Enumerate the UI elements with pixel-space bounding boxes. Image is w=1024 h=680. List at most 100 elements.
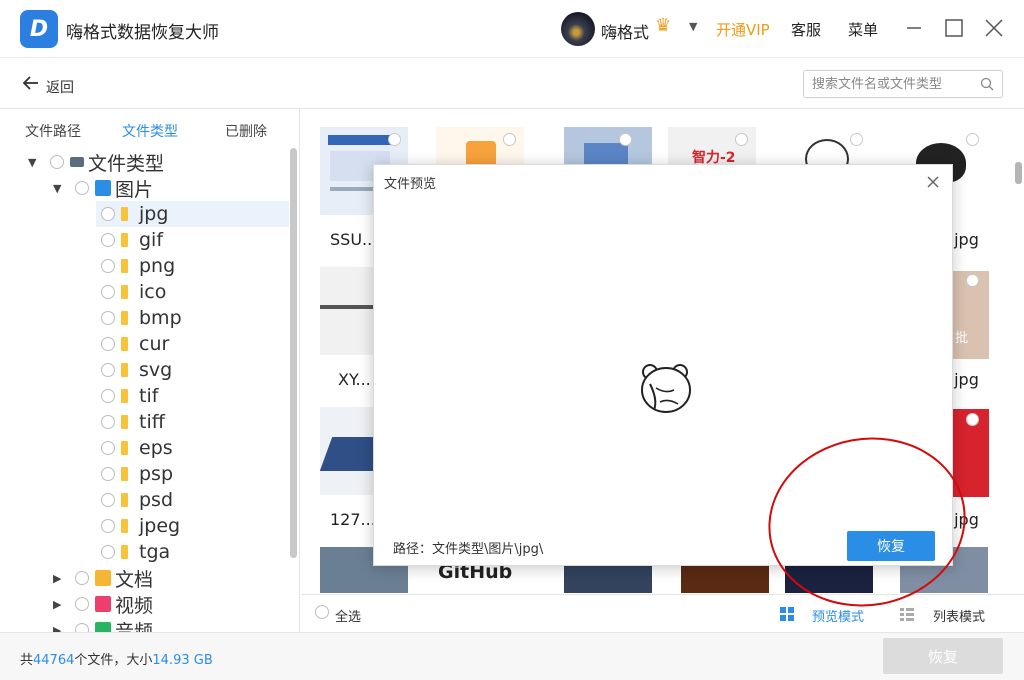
tree-item-png[interactable]: png [96, 253, 175, 279]
radio[interactable] [101, 389, 115, 403]
audio-icon [95, 622, 111, 632]
select-all-radio[interactable] [315, 605, 329, 619]
tree-documents[interactable]: ▶ 文档 [53, 565, 153, 591]
tree-item-label: bmp [139, 307, 182, 329]
search-icon[interactable] [980, 77, 994, 91]
thumbnail-checkbox[interactable] [619, 133, 632, 146]
tree-root-label: 文件类型 [88, 152, 165, 175]
radio[interactable] [75, 181, 89, 195]
radio[interactable] [50, 155, 64, 169]
radio[interactable] [101, 363, 115, 377]
folder-icon [121, 311, 128, 325]
radio[interactable] [101, 285, 115, 299]
tree-images[interactable]: ▼ 图片 [53, 175, 153, 201]
tree-item-label: ico [139, 281, 167, 303]
close-icon[interactable] [926, 169, 940, 194]
tab-deleted[interactable]: 已删除 [225, 121, 267, 141]
tree-item-jpeg[interactable]: jpeg [96, 513, 180, 539]
radio[interactable] [101, 415, 115, 429]
grid-scrollbar[interactable] [1015, 162, 1022, 184]
tree-item-gif[interactable]: gif [96, 227, 163, 253]
thumbnail-checkbox[interactable] [966, 274, 979, 287]
tree-item-psd[interactable]: psd [96, 487, 173, 513]
tree-images-label: 图片 [115, 178, 154, 201]
thumbnail-checkbox[interactable] [850, 133, 863, 146]
chevron-down-icon[interactable]: ▼ [689, 20, 697, 33]
tree-item-ico[interactable]: ico [96, 279, 166, 305]
radio[interactable] [101, 207, 115, 221]
thumbnail-checkbox[interactable] [966, 413, 979, 426]
search-input[interactable] [812, 75, 972, 93]
thumbnail-checkbox[interactable] [735, 133, 748, 146]
left-panel: 文件路径 文件类型 已删除 ▼ 文件类型 ▼ 图片 jpg gif png ic… [0, 109, 300, 632]
thumbnail-checkbox[interactable] [503, 133, 516, 146]
radio[interactable] [75, 571, 89, 585]
image-icon [95, 180, 111, 196]
maximize-icon[interactable] [942, 16, 966, 40]
radio[interactable] [75, 597, 89, 611]
back-arrow-icon[interactable] [22, 74, 40, 97]
preview-image [641, 364, 691, 413]
tree-item-label: cur [139, 333, 170, 355]
radio[interactable] [101, 467, 115, 481]
tree-item-label: gif [139, 229, 164, 251]
tree-item-svg[interactable]: svg [96, 357, 172, 383]
caret-right-icon[interactable]: ▶ [53, 598, 67, 611]
recover-button[interactable]: 恢复 [883, 638, 1003, 674]
tree-root[interactable]: ▼ 文件类型 [28, 149, 164, 175]
tree-item-cur[interactable]: cur [96, 331, 169, 357]
service-link[interactable]: 客服 [791, 19, 821, 40]
caret-down-icon[interactable]: ▼ [53, 182, 67, 195]
thumbnail-checkbox[interactable] [388, 133, 401, 146]
list-view-icon[interactable] [899, 606, 915, 622]
tree-item-jpg[interactable]: jpg [96, 201, 289, 227]
folder-icon [121, 389, 128, 403]
tree-item-tga[interactable]: tga [96, 539, 170, 565]
app-title: 嗨格式数据恢复大师 [66, 23, 219, 43]
thumbnail-name: XY... [338, 370, 371, 389]
tab-file-type[interactable]: 文件类型 [122, 121, 178, 141]
tree-item-eps[interactable]: eps [96, 435, 173, 461]
radio[interactable] [101, 311, 115, 325]
list-mode-button[interactable]: 列表模式 [933, 606, 985, 625]
menu-link[interactable]: 菜单 [848, 19, 878, 40]
caret-right-icon[interactable]: ▶ [53, 624, 67, 633]
grid-view-icon[interactable] [779, 606, 795, 622]
tree-item-tiff[interactable]: tiff [96, 409, 165, 435]
title-bar: D 嗨格式数据恢复大师 嗨格式 ♛ ▼ 开通VIP 客服 菜单 [0, 0, 1024, 58]
tree-audio[interactable]: ▶ 音频 [53, 617, 153, 632]
back-button[interactable]: 返回 [46, 77, 74, 97]
vip-link[interactable]: 开通VIP [716, 19, 770, 40]
tree-item-psp[interactable]: psp [96, 461, 173, 487]
thumbnail-checkbox[interactable] [966, 133, 979, 146]
tree-item-bmp[interactable]: bmp [96, 305, 182, 331]
radio[interactable] [101, 233, 115, 247]
radio[interactable] [101, 545, 115, 559]
radio[interactable] [101, 259, 115, 273]
folder-icon [121, 415, 128, 429]
tree-item-label: tga [139, 541, 171, 563]
preview-mode-button[interactable]: 预览模式 [812, 606, 864, 625]
search-box[interactable] [803, 70, 1003, 98]
radio[interactable] [101, 519, 115, 533]
radio[interactable] [101, 337, 115, 351]
folder-icon [121, 363, 128, 377]
tab-file-path[interactable]: 文件路径 [25, 121, 81, 141]
document-icon [95, 570, 111, 586]
caret-down-icon[interactable]: ▼ [28, 156, 42, 169]
folder-icon [121, 441, 128, 455]
radio[interactable] [75, 623, 89, 632]
folder-icon [121, 285, 128, 299]
username[interactable]: 嗨格式 [601, 19, 649, 43]
left-scrollbar[interactable] [290, 148, 297, 558]
avatar[interactable] [561, 12, 595, 46]
caret-right-icon[interactable]: ▶ [53, 572, 67, 585]
radio[interactable] [101, 441, 115, 455]
tree-item-tif[interactable]: tif [96, 383, 158, 409]
tree-videos[interactable]: ▶ 视频 [53, 591, 153, 617]
minimize-icon[interactable] [902, 16, 926, 40]
select-all-label[interactable]: 全选 [335, 606, 361, 625]
close-icon[interactable] [982, 16, 1006, 40]
radio[interactable] [101, 493, 115, 507]
drive-icon [70, 157, 84, 167]
